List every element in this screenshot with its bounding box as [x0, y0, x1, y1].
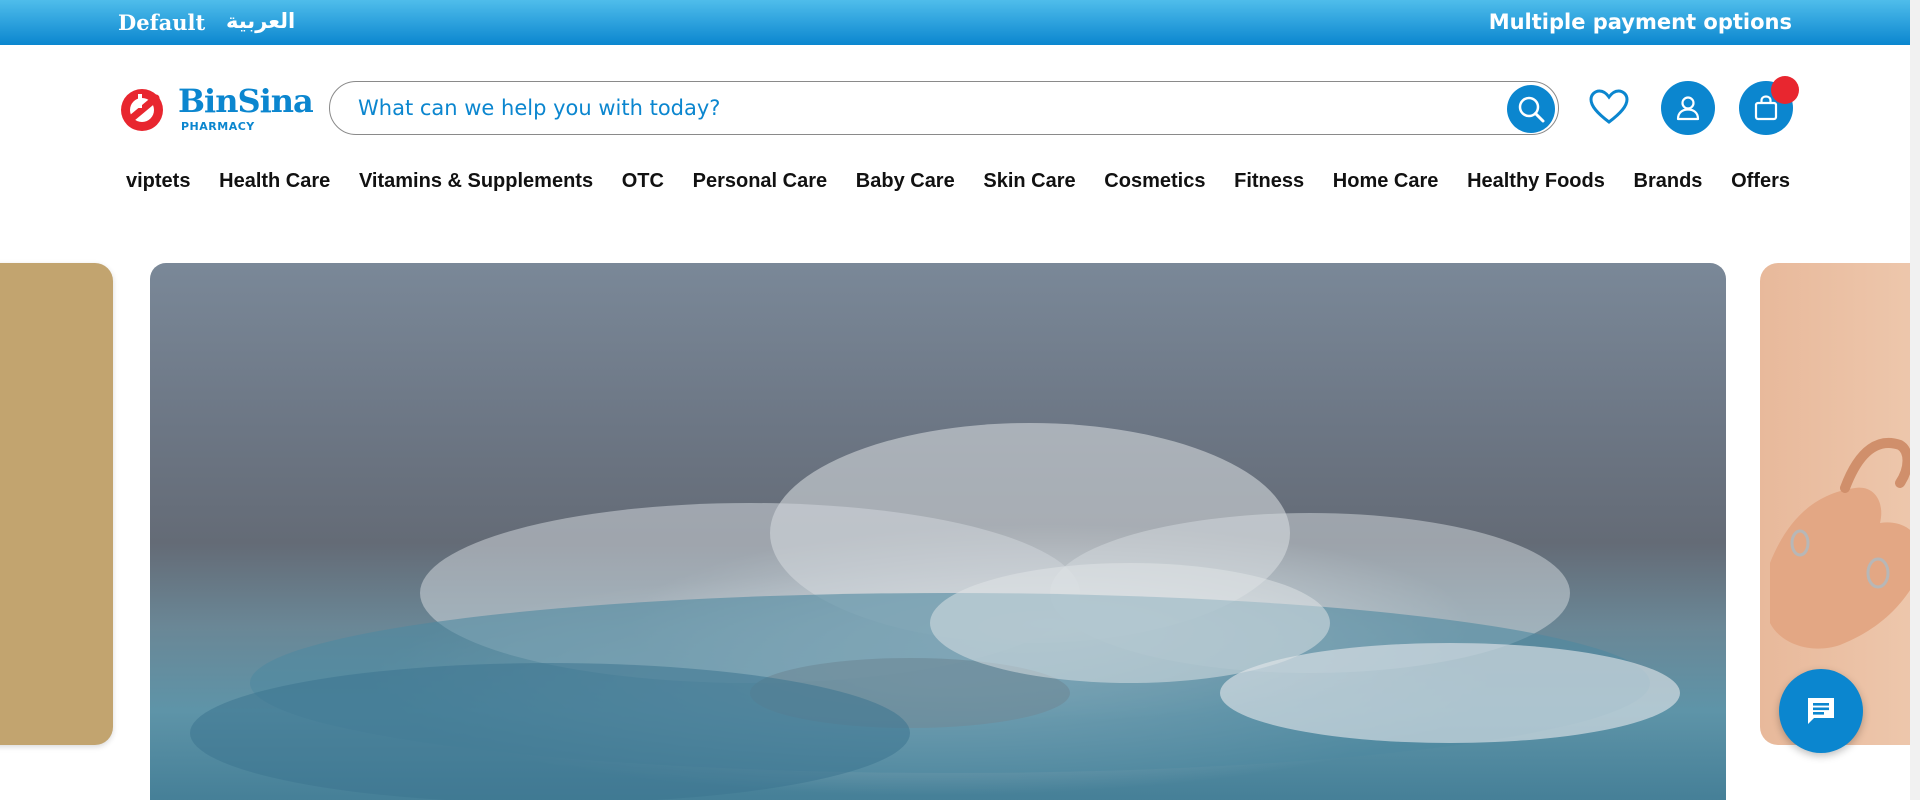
- cart-badge: [1771, 76, 1799, 104]
- search-input[interactable]: [358, 92, 1458, 124]
- nav-item-brands[interactable]: Brands: [1626, 170, 1711, 200]
- nav-item-healthy-foods[interactable]: Healthy Foods: [1459, 170, 1613, 200]
- page-scrollbar[interactable]: [1910, 0, 1920, 800]
- wishlist-button[interactable]: [1587, 85, 1631, 129]
- nav-item-skin-care[interactable]: Skin Care: [975, 170, 1083, 200]
- logo-mark-icon: [121, 89, 163, 131]
- ocean-wave-image: [190, 423, 1680, 800]
- logo-name: BinSina: [178, 82, 314, 120]
- carousel-slide-active[interactable]: [150, 263, 1726, 800]
- nav-item-otc[interactable]: OTC: [614, 170, 672, 200]
- search-bar: [329, 81, 1559, 135]
- language-arabic-link[interactable]: العربية: [226, 9, 295, 33]
- user-icon: [1676, 96, 1700, 121]
- nav-item-personal-care[interactable]: Personal Care: [685, 170, 836, 200]
- carousel-slide-previous[interactable]: [0, 263, 113, 745]
- nav-item-viptets[interactable]: viptets: [118, 170, 198, 200]
- nav-item-baby-care[interactable]: Baby Care: [848, 170, 963, 200]
- promo-text: Multiple payment options: [1488, 10, 1792, 34]
- nav-item-offers[interactable]: Offers: [1723, 170, 1798, 200]
- logo-subtitle: PHARMACY: [181, 120, 255, 133]
- search-button[interactable]: [1507, 85, 1555, 133]
- nav-item-health-care[interactable]: Health Care: [211, 170, 338, 200]
- nav-item-vitamins-supplements[interactable]: Vitamins & Supplements: [351, 170, 601, 200]
- search-icon: [1518, 96, 1545, 123]
- nav-item-fitness[interactable]: Fitness: [1226, 170, 1312, 200]
- site-logo[interactable]: BinSina PHARMACY: [118, 82, 314, 134]
- chat-button[interactable]: [1779, 669, 1863, 753]
- chat-icon: [1808, 698, 1834, 724]
- category-nav: viptets Health Care Vitamins & Supplemen…: [118, 170, 1798, 200]
- nav-item-home-care[interactable]: Home Care: [1325, 170, 1447, 200]
- nav-item-cosmetics[interactable]: Cosmetics: [1096, 170, 1213, 200]
- language-default-link[interactable]: Default: [118, 10, 205, 35]
- top-bar: Default العربية Multiple payment options: [0, 0, 1920, 45]
- account-button[interactable]: [1661, 81, 1715, 135]
- heart-icon: [1589, 89, 1629, 124]
